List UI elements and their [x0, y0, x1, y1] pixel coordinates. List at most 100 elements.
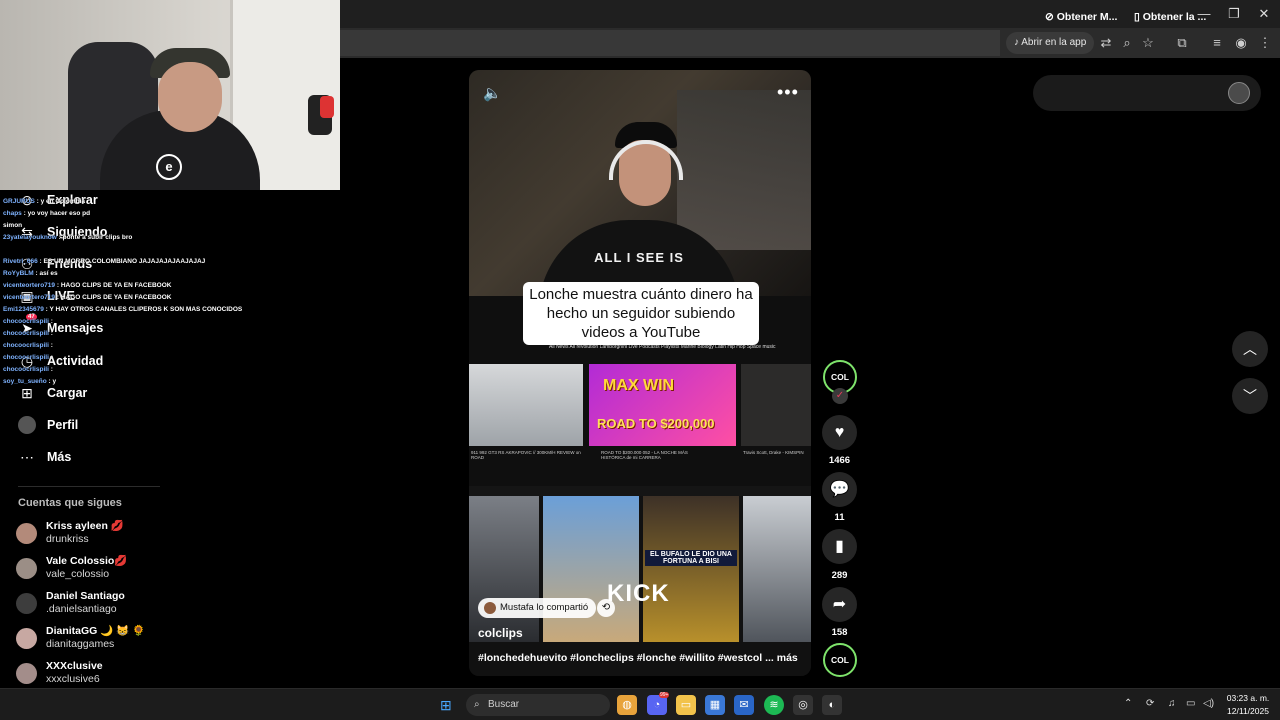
phone-icon: ▯	[1134, 11, 1140, 23]
get-coins-button[interactable]: ⊘ Obtener M...	[1045, 11, 1117, 23]
chat-text: :	[50, 366, 53, 373]
more-link[interactable]: más	[777, 652, 798, 664]
next-video-chevron-down-icon[interactable]: ﹀	[1232, 378, 1268, 414]
video-player[interactable]: ALL I SEE IS All News All revolution Lam…	[469, 70, 811, 676]
share-arrow-icon[interactable]: ➦	[822, 587, 857, 622]
nav-upload-label: Cargar	[47, 386, 88, 400]
grid-thumb-casino	[643, 496, 739, 642]
account-name: Kriss ayleen 💋	[46, 520, 124, 532]
profile-avatar-icon[interactable]: ◉	[1231, 33, 1251, 53]
chat-username: Rivetrl_666	[3, 258, 38, 265]
shared-by-pill[interactable]: Mustafa lo compartió	[478, 598, 597, 618]
shared-by-avatar	[484, 602, 496, 614]
get-app-label: Obtener la ...	[1142, 11, 1207, 23]
zoom-icon[interactable]: ⌕	[1117, 33, 1137, 53]
account-avatar	[16, 662, 37, 684]
store-app-icon[interactable]: ▦	[705, 695, 725, 715]
following-account-item[interactable]: XXXclusive xxxclusive6	[16, 658, 103, 688]
account-handle: .danielsantiago	[46, 603, 117, 615]
webcam-red-light	[320, 96, 334, 118]
account-text: XXXclusive xxxclusive6	[46, 660, 103, 686]
account-avatar	[16, 627, 37, 649]
account-handle: vale_colossio	[46, 568, 110, 580]
following-account-item[interactable]: Daniel Santiago .danielsantiago	[16, 588, 125, 618]
ellipsis-icon: ⋯	[20, 449, 34, 465]
account-handle: dianitaggames	[46, 638, 115, 650]
streamer-webcam: e	[0, 0, 340, 190]
taskbar-clock-date[interactable]: 12/11/2025	[1222, 706, 1274, 716]
extensions-icon[interactable]: ⧉	[1172, 33, 1192, 53]
repost-icon[interactable]: ⟲	[597, 599, 615, 617]
obs-app-icon[interactable]: ◐	[822, 695, 842, 715]
window-restore-button[interactable]: ❐	[1220, 4, 1248, 24]
grid-thumb-rifle	[543, 496, 639, 642]
chat-text: :	[50, 318, 53, 325]
tray-network-icon[interactable]: ▭	[1186, 698, 1195, 709]
account-text: DianitaGG 🌙 😸 🌻 dianitaggames	[46, 625, 145, 651]
window-close-button[interactable]: ✕	[1250, 4, 1278, 24]
nav-activity-label: Actividad	[47, 354, 104, 368]
chat-username: chocoocrlispili	[3, 366, 49, 373]
like-heart-icon[interactable]: ♥	[822, 415, 857, 450]
windows-start-icon[interactable]: ⊞	[440, 697, 456, 713]
taskbar-clock-time[interactable]: 03:23 a. m.	[1222, 693, 1274, 703]
previous-video-chevron-up-icon[interactable]: ︿	[1232, 331, 1268, 367]
comment-icon[interactable]: 💬	[822, 472, 857, 507]
media-control-icon[interactable]: ≡	[1207, 33, 1227, 53]
account-text: Daniel Santiago .danielsantiago	[46, 590, 125, 616]
nav-more[interactable]: ⋯ Más	[18, 446, 71, 468]
account-name: XXXclusive	[46, 660, 103, 672]
bookmark-icon[interactable]: ▮	[822, 529, 857, 564]
followed-check-icon[interactable]: ✓	[832, 388, 848, 404]
mail-app-icon[interactable]: ✉	[734, 695, 754, 715]
nav-profile[interactable]: Perfil	[18, 414, 78, 436]
youtube-meta-2: ROAD TO $200.000 052 - LA NOCHE MÁS HIST…	[601, 450, 688, 460]
app-icon-generic[interactable]: ◎	[793, 695, 813, 715]
chat-text: : yo voy hacer eso pd	[23, 210, 91, 217]
speaker-icon[interactable]: 🔈	[483, 84, 502, 102]
video-bottom-grid: EL BUFALO LE DIO UNA FORTUNA A BISI KICK…	[469, 496, 811, 676]
following-account-item[interactable]: Vale Colossio💋 vale_colossio	[16, 553, 127, 583]
chat-message: GRJURUS : y en Colombia	[3, 198, 85, 205]
chat-message: chocoocrlispili :	[3, 318, 53, 325]
chat-message: simon	[3, 222, 22, 229]
taskbar-search-placeholder: Buscar	[488, 699, 520, 710]
chat-username: Emi12345679	[3, 306, 44, 313]
open-in-app-label: Abrir en la app	[1021, 37, 1087, 48]
discord-badge: 99+	[659, 692, 670, 698]
chat-message: chaps : yo voy hacer eso pd	[3, 210, 90, 217]
video-hashtags[interactable]: #lonchedehuevito #loncheclips #lonche #w…	[478, 652, 798, 664]
following-account-item[interactable]: DianitaGG 🌙 😸 🌻 dianitaggames	[16, 623, 145, 653]
following-account-item[interactable]: Kriss ayleen 💋 drunkriss	[16, 518, 124, 548]
chat-text: : HAGO CLIPS DE YA EN FACEBOOK	[56, 282, 172, 289]
nav-more-label: Más	[47, 450, 72, 464]
chat-message: RoYyBLM : así es	[3, 270, 58, 277]
sound-disc-avatar[interactable]: COL	[823, 643, 857, 677]
coins-icon: ⊘	[1045, 11, 1054, 23]
get-app-button[interactable]: ▯ Obtener la ...	[1134, 11, 1206, 23]
chat-message: chocoocrlispili :	[3, 342, 53, 349]
chat-username: chaps	[3, 210, 22, 217]
video-author[interactable]: colclips	[478, 626, 523, 640]
open-in-app-button[interactable]: ♪ Abrir en la app	[1006, 32, 1095, 54]
more-options-icon[interactable]: •••	[777, 82, 799, 103]
tray-volume-icon[interactable]: ◁)	[1203, 698, 1214, 709]
spotify-app-icon[interactable]: ≋	[764, 695, 784, 715]
chat-text: : y	[48, 378, 57, 385]
bookmark-star-icon[interactable]: ☆	[1138, 33, 1158, 53]
user-profile-avatar[interactable]	[1228, 82, 1250, 104]
address-bar[interactable]	[340, 30, 1000, 56]
chat-message: soy_tu_sueño : y	[3, 378, 56, 385]
chrome-app-icon[interactable]: ◍	[617, 695, 637, 715]
browser-menu-icon[interactable]: ⋮	[1255, 33, 1275, 53]
nav-upload[interactable]: ⊞ Cargar	[18, 382, 87, 404]
tray-sync-icon[interactable]: ⟳	[1146, 698, 1154, 709]
file-explorer-icon[interactable]: ▭	[676, 695, 696, 715]
discord-app-icon[interactable]: ◔	[647, 695, 667, 715]
translate-icon[interactable]: ⇄	[1096, 33, 1116, 53]
chat-text: : HAGO CLIPS DE YA EN FACEBOOK	[56, 294, 172, 301]
tray-chevron-up-icon[interactable]: ⌃	[1124, 698, 1132, 709]
tray-microphone-icon[interactable]: ♫	[1168, 698, 1176, 709]
chat-text: :	[50, 354, 53, 361]
taskbar-search[interactable]: ⌕ Buscar	[466, 694, 610, 716]
